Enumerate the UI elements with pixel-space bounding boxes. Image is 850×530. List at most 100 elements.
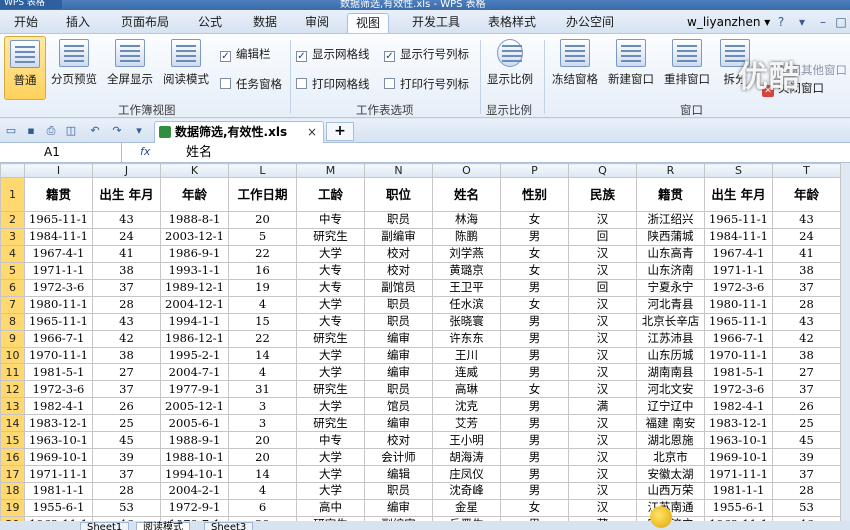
table-cell[interactable]: 4 (228, 295, 297, 314)
table-cell[interactable]: 2004-7-1 (160, 363, 229, 382)
new-tab-button[interactable]: + (326, 122, 354, 141)
table-cell[interactable]: 22 (228, 244, 297, 263)
table-cell[interactable]: 陈鹏 (432, 227, 501, 246)
table-cell[interactable]: 25 (772, 414, 841, 433)
table-cell[interactable]: 1986-12-1 (160, 329, 229, 348)
table-cell[interactable]: 1971-11-1 (24, 465, 93, 483)
column-header[interactable]: I (24, 163, 93, 178)
table-cell[interactable]: 16 (228, 261, 297, 280)
table-cell[interactable]: 1967-4-1 (24, 244, 93, 263)
row-header[interactable]: 19 (0, 498, 25, 517)
table-cell[interactable]: 中专 (296, 431, 365, 450)
table-cell[interactable]: 4 (228, 482, 297, 500)
restore-icon[interactable]: □ (834, 15, 848, 29)
table-cell[interactable]: 1963-10-1 (24, 431, 93, 450)
table-cell[interactable]: 男 (500, 227, 569, 246)
task-pane-checkbox[interactable]: 任务窗格 (220, 76, 282, 92)
table-cell[interactable]: 福建 南安 (636, 414, 705, 433)
customize-toolbar-icon[interactable]: ▾ (132, 124, 146, 137)
table-cell[interactable]: 刘学燕 (432, 244, 501, 263)
table-cell[interactable]: 43 (92, 211, 161, 229)
table-cell[interactable]: 大学 (296, 244, 365, 263)
table-cell[interactable]: 安徽太湖 (636, 465, 705, 483)
table-cell[interactable]: 43 (772, 211, 841, 229)
table-cell[interactable]: 27 (772, 363, 841, 382)
table-cell[interactable]: 汉 (568, 346, 637, 365)
table-cell[interactable]: 满 (568, 397, 637, 416)
table-cell[interactable]: 1965-11-1 (704, 312, 773, 331)
table-cell[interactable]: 汉 (568, 482, 637, 500)
table-cell[interactable]: 24 (772, 227, 841, 246)
table-cell[interactable]: 45 (772, 431, 841, 450)
table-cell[interactable]: 高琳 (432, 380, 501, 399)
table-cell[interactable]: 汉 (568, 211, 637, 229)
table-cell[interactable]: 汉 (568, 414, 637, 433)
zoom-button[interactable]: 显示比例 (484, 36, 536, 100)
table-cell[interactable]: 编审 (364, 329, 433, 348)
table-cell[interactable]: 高中 (296, 498, 365, 517)
table-cell[interactable]: 研究生 (296, 329, 365, 348)
table-cell[interactable]: 15 (228, 312, 297, 331)
table-cell[interactable]: 编审 (364, 414, 433, 433)
table-cell[interactable]: 男 (500, 329, 569, 348)
fx-icon[interactable]: fx (140, 145, 150, 158)
minimize-icon[interactable]: – (816, 15, 830, 29)
table-cell[interactable]: 江苏沛县 (636, 329, 705, 348)
table-cell[interactable]: 28 (92, 295, 161, 314)
table-cell[interactable]: 校对 (364, 244, 433, 263)
table-cell[interactable]: 汉 (568, 498, 637, 517)
table-cell[interactable]: 53 (772, 498, 841, 517)
table-cell[interactable]: 职员 (364, 295, 433, 314)
table-cell[interactable]: 回 (568, 278, 637, 297)
table-cell[interactable]: 37 (772, 380, 841, 399)
name-box[interactable]: A1 (0, 143, 122, 162)
table-cell[interactable]: 北京长辛店 (636, 312, 705, 331)
table-cell[interactable]: 大学 (296, 295, 365, 314)
table-cell[interactable]: 1972-3-6 (704, 380, 773, 399)
table-cell[interactable]: 辽宁辽中 (636, 397, 705, 416)
row-header[interactable]: 11 (0, 363, 25, 382)
table-cell[interactable]: 汉 (568, 312, 637, 331)
show-gridlines-checkbox[interactable]: ✓ 显示网格线 (296, 46, 370, 62)
table-cell[interactable]: 43 (772, 312, 841, 331)
table-cell[interactable]: 53 (92, 498, 161, 517)
table-cell[interactable]: 汉 (568, 465, 637, 483)
tab-view[interactable]: 视图 (347, 13, 390, 33)
table-cell[interactable]: 大学 (296, 346, 365, 365)
header-cell[interactable]: 籍贯 (24, 177, 93, 212)
table-cell[interactable]: 1983-12-1 (24, 414, 93, 433)
header-cell[interactable]: 姓名 (432, 177, 501, 212)
column-header[interactable]: L (228, 163, 297, 178)
table-cell[interactable]: 22 (228, 329, 297, 348)
header-cell[interactable]: 工作日期 (228, 177, 297, 212)
table-cell[interactable]: 1981-5-1 (704, 363, 773, 382)
table-cell[interactable]: 1971-1-1 (704, 261, 773, 280)
table-cell[interactable]: 38 (92, 346, 161, 365)
table-cell[interactable]: 男 (500, 278, 569, 297)
table-cell[interactable]: 14 (228, 465, 297, 483)
freeze-panes-button[interactable]: 冻结窗格 (548, 36, 602, 100)
table-cell[interactable]: 24 (92, 227, 161, 246)
table-cell[interactable]: 汉 (568, 448, 637, 467)
table-cell[interactable]: 宁夏永宁 (636, 278, 705, 297)
header-cell[interactable]: 工龄 (296, 177, 365, 212)
tab-page-layout[interactable]: 页面布局 (113, 13, 177, 33)
show-headings-checkbox[interactable]: ✓ 显示行号列标 (384, 46, 469, 62)
table-cell[interactable]: 研究生 (296, 380, 365, 399)
table-cell[interactable]: 汉 (568, 244, 637, 263)
table-cell[interactable]: 45 (92, 431, 161, 450)
table-cell[interactable]: 1972-3-6 (24, 380, 93, 399)
table-cell[interactable]: 1966-7-1 (24, 329, 93, 348)
table-cell[interactable]: 男 (500, 312, 569, 331)
column-header[interactable]: J (92, 163, 161, 178)
table-cell[interactable]: 3 (228, 397, 297, 416)
table-cell[interactable]: 汉 (568, 295, 637, 314)
column-header[interactable]: R (636, 163, 705, 178)
save-icon[interactable]: ▪ (24, 124, 38, 137)
table-cell[interactable]: 金星 (432, 498, 501, 517)
print-headings-checkbox[interactable]: 打印行号列标 (384, 76, 469, 92)
table-cell[interactable]: 林海 (432, 211, 501, 229)
row-header[interactable]: 7 (0, 295, 25, 314)
table-cell[interactable]: 37 (772, 465, 841, 483)
column-header[interactable]: P (500, 163, 569, 178)
